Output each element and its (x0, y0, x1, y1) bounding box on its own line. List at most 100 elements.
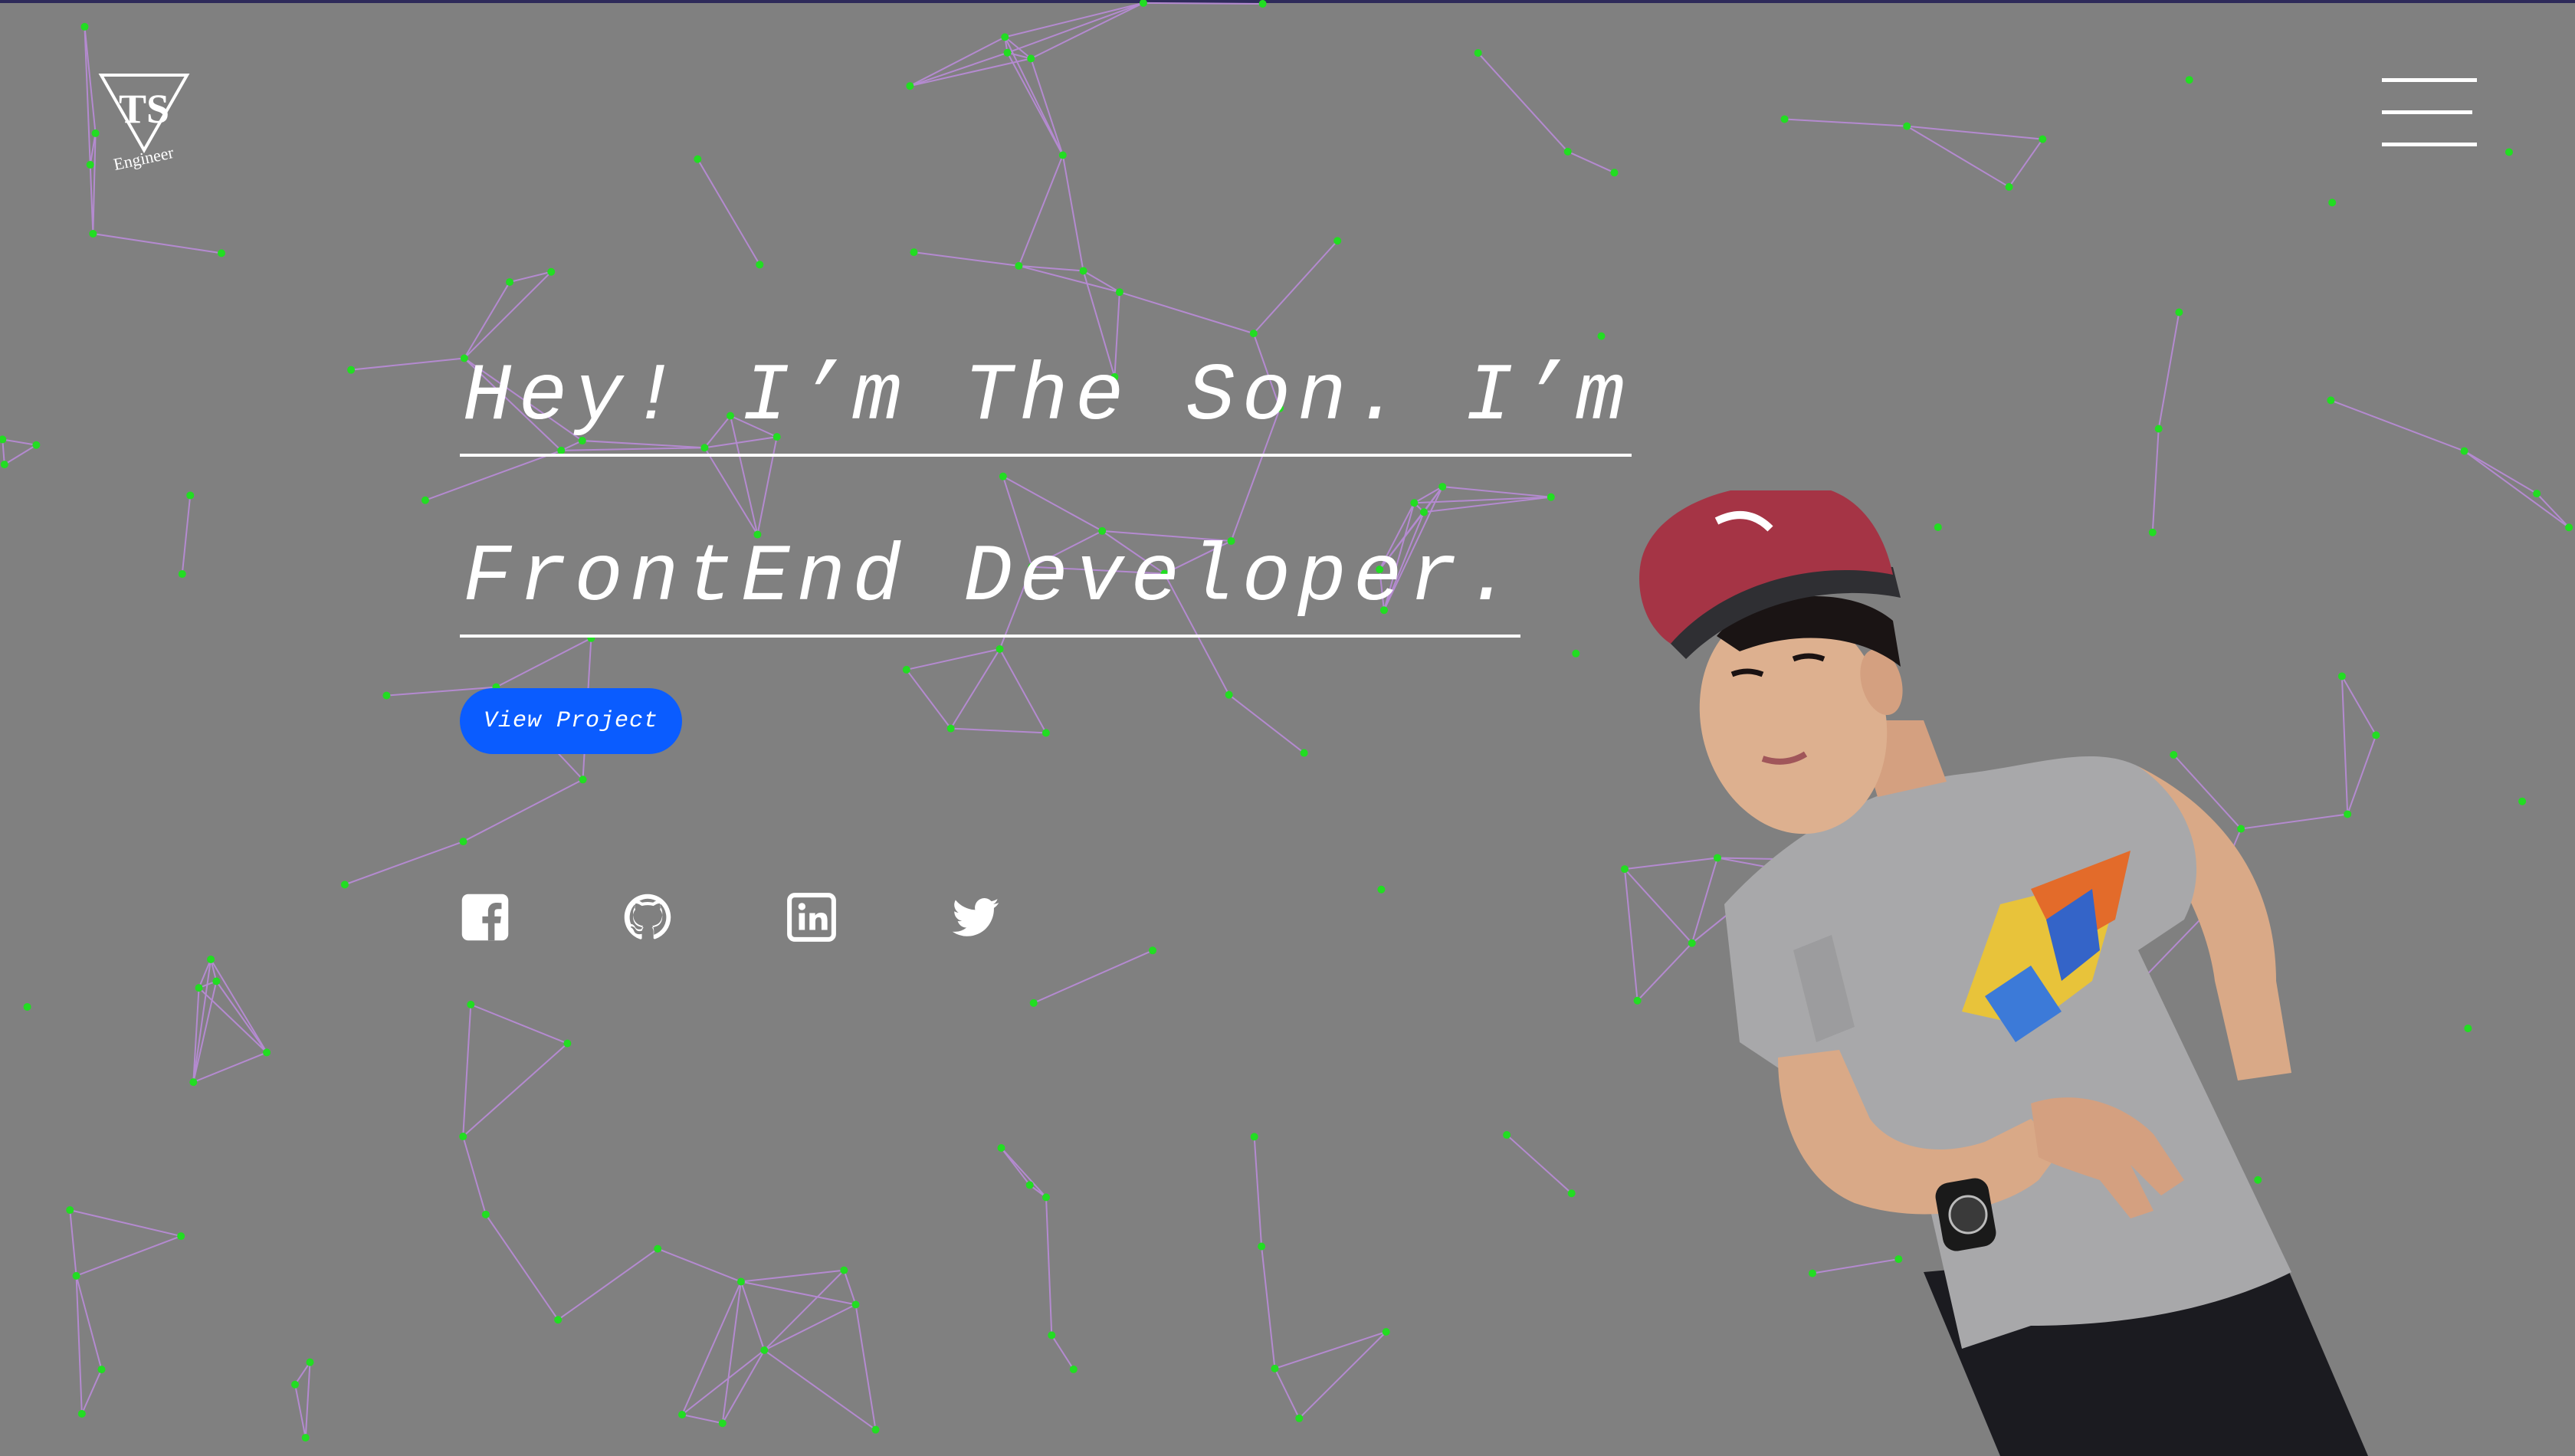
particle-link (2536, 493, 2570, 528)
particle-dot (1610, 169, 1619, 177)
facebook-link[interactable] (460, 892, 510, 943)
particle-link (70, 1209, 182, 1238)
particle-link (1000, 1147, 1047, 1199)
particle-link (470, 1003, 568, 1044)
particle-link (843, 1270, 857, 1305)
particle-dot (2327, 396, 2335, 405)
particle-link (697, 159, 761, 265)
particle-dot (1382, 1328, 1390, 1336)
particle-link (557, 1248, 658, 1321)
view-project-button[interactable]: View Project (460, 688, 682, 754)
particle-link (509, 271, 552, 284)
particle-link (1000, 1147, 1031, 1186)
particle-link (2157, 312, 2180, 429)
particle-link (2331, 399, 2465, 452)
particle-dot (946, 724, 955, 733)
particle-dot (1563, 147, 1572, 156)
github-link[interactable] (622, 892, 673, 943)
particle-link (210, 959, 267, 1053)
particle-dot (1225, 690, 1233, 699)
particle-dot (1042, 1193, 1051, 1202)
particle-dot (760, 1346, 769, 1355)
hero-headline: Hey! I’m The Son. I’m FrontEnd Developer… (460, 320, 1632, 682)
particle-link (914, 251, 1019, 267)
particle-dot (1069, 1365, 1078, 1373)
particle-dot (1029, 999, 1038, 1007)
particle-link (763, 1304, 856, 1351)
particle-link (75, 1275, 83, 1414)
particle-link (1033, 949, 1153, 1004)
particle-dot (212, 977, 221, 985)
linkedin-link[interactable] (786, 892, 837, 943)
particle-link (215, 980, 267, 1053)
particle-dot (0, 461, 8, 469)
site-logo[interactable]: TS Engineer (98, 71, 190, 174)
hero-portrait (1639, 490, 2368, 1456)
particle-link (1228, 694, 1305, 754)
particle-link (192, 959, 212, 1083)
particle-dot (678, 1411, 687, 1419)
particle-dot (1027, 54, 1035, 63)
particle-link (1298, 1331, 1387, 1419)
particle-link (462, 1004, 472, 1137)
particle-dot (1377, 885, 1386, 894)
particle-dot (2504, 148, 2513, 156)
particle-link (855, 1304, 877, 1430)
particle-dot (186, 491, 195, 500)
github-icon (624, 894, 671, 940)
particle-link (80, 1369, 103, 1415)
particle-link (93, 232, 222, 254)
menu-button[interactable] (2382, 75, 2477, 152)
particle-link (294, 1384, 307, 1438)
particle-link (4, 444, 37, 465)
particle-dot (1333, 237, 1342, 245)
particle-dot (1903, 122, 1911, 130)
particle-dot (2005, 182, 2013, 191)
particle-link (1045, 1197, 1053, 1336)
particle-dot (347, 366, 356, 374)
particle-dot (459, 1133, 467, 1141)
particle-dot (506, 278, 514, 287)
particle-dot (1295, 1414, 1304, 1422)
particle-dot (547, 267, 556, 276)
particle-dot (1258, 1242, 1266, 1251)
particle-dot (694, 155, 702, 163)
particle-link (1567, 150, 1615, 174)
particle-dot (906, 82, 914, 90)
particle-dot (207, 955, 215, 963)
particle-dot (0, 435, 7, 444)
particle-link (304, 1362, 311, 1438)
headline-line-1: Hey! I’m The Son. I’m (460, 345, 1632, 457)
particle-link (740, 1269, 845, 1283)
particle-dot (871, 1425, 880, 1434)
particle-dot (1474, 49, 1482, 57)
particle-dot (2565, 523, 2573, 532)
twitter-link[interactable] (950, 892, 1001, 943)
facebook-icon (461, 894, 509, 941)
particle-link (198, 987, 267, 1054)
particle-link (294, 1362, 311, 1385)
particle-link (1274, 1331, 1386, 1369)
particle-link (2, 438, 37, 446)
particle-dot (654, 1244, 662, 1253)
particle-link (76, 1235, 182, 1277)
particle-dot (2518, 797, 2527, 805)
particle-dot (23, 1002, 31, 1011)
person-illustration (1639, 490, 2368, 1456)
particle-link (350, 357, 464, 371)
particle-dot (77, 1409, 86, 1418)
particle-dot (1115, 288, 1123, 297)
particle-dot (481, 1210, 490, 1218)
ts-triangle-logo-icon: TS Engineer (98, 74, 190, 174)
particle-dot (579, 776, 587, 784)
particle-link (910, 51, 1008, 87)
particle-dot (2328, 198, 2337, 207)
particle-link (1506, 1134, 1573, 1194)
particle-dot (2175, 308, 2183, 316)
particle-dot (2154, 425, 2163, 433)
particle-link (1030, 2, 1144, 60)
particle-link (485, 1214, 559, 1320)
particle-dot (840, 1266, 848, 1274)
particle-link (2463, 450, 2570, 529)
particle-dot (1048, 1331, 1056, 1340)
